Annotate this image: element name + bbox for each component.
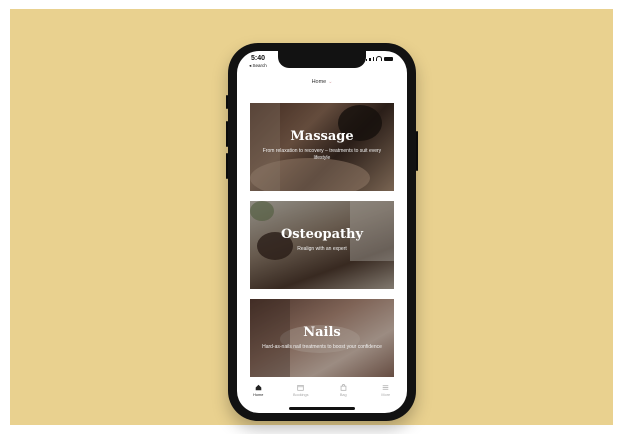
home-icon [255,384,262,391]
bag-icon [340,384,347,391]
category-card-massage[interactable]: Massage From relaxation to recovery – tr… [250,103,394,191]
phone-screen: 5:40 ◂ Search Home ⌄ Massage From relaxat… [237,51,407,413]
chevron-down-icon: ⌄ [328,79,333,85]
tab-label: Home [253,393,264,397]
mute-switch [226,95,228,109]
status-icons [365,56,393,61]
category-card-osteopathy[interactable]: Osteopathy Realign with an expert [250,201,394,289]
card-subtitle: Realign with an expert [297,246,347,252]
location-selector[interactable]: Home ⌄ [237,79,407,85]
card-overlay [250,103,394,191]
status-time: 5:40 [251,55,266,62]
card-title: Massage [290,129,354,144]
volume-down-button [226,153,228,179]
card-subtitle: From relaxation to recovery – treatments… [262,148,382,161]
battery-icon [384,57,393,61]
card-title: Nails [303,325,341,340]
tab-more[interactable]: More [369,384,403,397]
calendar-icon [297,385,304,391]
tab-label: Bookings [292,393,309,397]
tab-bookings[interactable]: Bookings [284,384,318,397]
notch [278,51,366,68]
card-overlay [250,201,394,289]
home-indicator[interactable] [289,407,355,410]
wifi-icon [376,56,382,61]
volume-up-button [226,121,228,147]
signal-bar-icon [369,58,371,61]
power-button [416,131,418,171]
category-card-nails[interactable]: Nails Hard-as-nails nail treatments to b… [250,299,394,377]
menu-icon [382,385,389,390]
tab-bar: Home Bookings Bag More [237,384,407,406]
tab-home[interactable]: Home [241,384,275,397]
card-title: Osteopathy [280,227,364,242]
tab-label: More [381,393,391,397]
card-subtitle: Hard-as-nails nail treatments to boost y… [262,344,382,350]
tab-bag[interactable]: Bag [326,384,360,397]
tab-label: Bag [339,393,347,397]
signal-bar-icon [372,57,374,61]
nav-title: Home [311,79,327,85]
back-to-search-link[interactable]: ◂ Search [249,63,267,69]
phone-frame: 5:40 ◂ Search Home ⌄ Massage From relaxat… [226,43,418,421]
